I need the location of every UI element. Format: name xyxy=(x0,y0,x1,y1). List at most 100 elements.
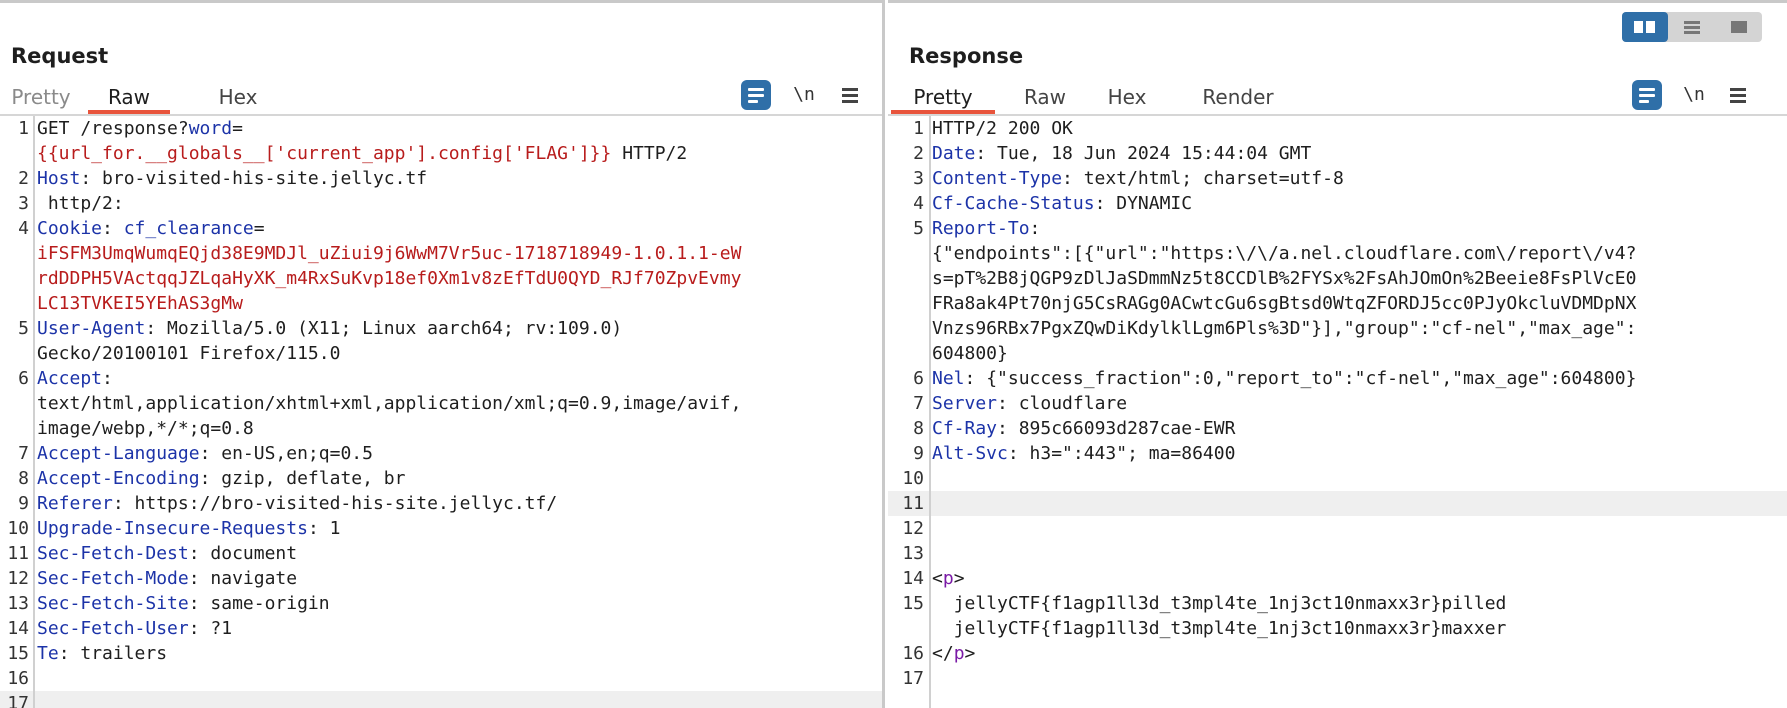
newline-toggle-icon[interactable]: \n xyxy=(1679,80,1709,110)
code-segment: : cloudflare xyxy=(997,393,1128,414)
line-number: 3 xyxy=(913,168,924,189)
code-segment: : trailers xyxy=(58,643,168,664)
tab-render[interactable]: Render xyxy=(1178,84,1298,114)
line-number: 14 xyxy=(7,618,29,639)
request-editor[interactable]: 1 GET /response?word= {{url_for.__globals_… xyxy=(0,116,882,708)
syntax-key: Cf-Ray xyxy=(932,418,998,439)
code-line: 15 Te: trailers xyxy=(0,641,882,666)
code-segment: > xyxy=(964,643,976,664)
code-segment: = xyxy=(253,218,265,239)
code-text: Vnzs96RBx7PgxZQwDiKdylklLgm6Pls%3D"}],"g… xyxy=(928,316,1787,341)
code-text: Accept-Encoding: gzip, deflate, br xyxy=(33,466,882,491)
syntax-key: Sec-Fetch-Dest xyxy=(37,543,189,564)
code-segment: : ?1 xyxy=(188,618,233,639)
code-segment: : same-origin xyxy=(188,593,330,614)
syntax-key: Sec-Fetch-User xyxy=(37,618,189,639)
syntax-key: Content-Type xyxy=(932,168,1063,189)
line-number xyxy=(888,616,928,641)
code-text: Accept-Language: en-US,en;q=0.5 xyxy=(33,441,882,466)
tab-pretty[interactable]: Pretty xyxy=(891,84,995,114)
code-line: 4 Cookie: cf_clearance= xyxy=(0,216,882,241)
code-text: Sec-Fetch-User: ?1 xyxy=(33,616,882,641)
syntax-key: Accept-Encoding xyxy=(37,468,200,489)
syntax-tag: p xyxy=(953,643,965,664)
line-number xyxy=(0,266,33,291)
tab-hex[interactable]: Hex xyxy=(200,84,276,114)
code-text: Cookie: cf_clearance= xyxy=(33,216,882,241)
code-segment: Vnzs96RBx7PgxZQwDiKdylklLgm6Pls%3D"}],"g… xyxy=(932,318,1637,339)
tab-pretty[interactable]: Pretty xyxy=(0,84,82,114)
code-text: Date: Tue, 18 Jun 2024 15:44:04 GMT xyxy=(928,141,1787,166)
code-line: FRa8ak4Pt70njG5CsRAGg0ACwtcGu6sgBtsd0Wtq… xyxy=(888,291,1787,316)
code-text: Cf-Ray: 895c66093d287cae-EWR xyxy=(928,416,1787,441)
syntax-key: User-Agent xyxy=(37,318,146,339)
stacked-layout-icon[interactable] xyxy=(1669,12,1715,42)
request-pane: Request Pretty Raw Hex \n 1 GET /response… xyxy=(0,0,885,708)
code-line: 3 Content-Type: text/html; charset=utf-8 xyxy=(888,166,1787,191)
line-number: 12 xyxy=(7,568,29,589)
format-icon[interactable] xyxy=(741,80,771,110)
code-line: {{url_for.__globals__['current_app'].con… xyxy=(0,141,882,166)
code-segment: FRa8ak4Pt70njG5CsRAGg0ACwtcGu6sgBtsd0Wtq… xyxy=(932,293,1637,314)
syntax-key: word xyxy=(188,118,233,139)
syntax-key: Report-To xyxy=(932,218,1030,239)
code-text: Report-To: xyxy=(928,216,1787,241)
code-line: 10 Upgrade-Insecure-Requests: 1 xyxy=(0,516,882,541)
line-number: 10 xyxy=(7,518,29,539)
syntax-value: {{url_for.__globals__['current_app'].con… xyxy=(37,143,612,164)
code-text: Te: trailers xyxy=(33,641,882,666)
code-segment: 604800} xyxy=(932,343,1008,364)
single-pane-layout-icon[interactable] xyxy=(1716,12,1762,42)
code-line: 3 http/2: xyxy=(0,191,882,216)
code-line: 5 User-Agent: Mozilla/5.0 (X11; Linux aar… xyxy=(0,316,882,341)
response-editor[interactable]: 1 HTTP/2 200 OK 2 Date: Tue, 18 Jun 2024 15… xyxy=(888,116,1787,708)
line-number xyxy=(0,416,33,441)
code-line: 16 xyxy=(0,666,882,691)
code-line: 1 GET /response?word= xyxy=(0,116,882,141)
syntax-value: LC13TVKEI5YEhAS3gMw xyxy=(37,293,243,314)
code-text: Content-Type: text/html; charset=utf-8 xyxy=(928,166,1787,191)
code-segment: : Mozilla/5.0 (X11; Linux aarch64; rv:10… xyxy=(145,318,623,339)
syntax-key: cf_clearance xyxy=(123,218,254,239)
code-segment: : https://bro-visited-his-site.jellyc.tf… xyxy=(112,493,558,514)
response-title: Response xyxy=(909,44,1024,68)
syntax-key: Cf-Cache-Status xyxy=(932,193,1095,214)
code-line: 12 xyxy=(888,516,1787,541)
code-segment: s=pT%2B8jQGP9zDlJaSDmmNz5t8CCDlB%2FYSx%2… xyxy=(932,268,1637,289)
code-line: 16 </p> xyxy=(888,641,1787,666)
code-segment: = xyxy=(232,118,243,139)
code-line: 9 Referer: https://bro-visited-his-site.j… xyxy=(0,491,882,516)
gutter-divider xyxy=(33,116,35,708)
code-segment: : h3=":443"; ma=86400 xyxy=(1007,443,1236,464)
syntax-key: Referer xyxy=(37,493,113,514)
format-icon[interactable] xyxy=(1632,80,1662,110)
tab-raw[interactable]: Raw xyxy=(1003,84,1087,114)
code-segment: jellyCTF{f1agp1ll3d_t3mpl4te_1nj3ct10nma… xyxy=(932,618,1507,639)
code-line: 6 Nel: {"success_fraction":0,"report_to":… xyxy=(888,366,1787,391)
syntax-key: Sec-Fetch-Mode xyxy=(37,568,189,589)
code-segment: : bro-visited-his-site.jellyc.tf xyxy=(80,168,428,189)
code-line: iFSFM3UmqWumqEQjd38E9MDJl_uZiui9j6WwM7Vr… xyxy=(0,241,882,266)
tab-raw[interactable]: Raw xyxy=(88,84,170,114)
code-text: Upgrade-Insecure-Requests: 1 xyxy=(33,516,882,541)
side-by-side-layout-icon[interactable] xyxy=(1622,12,1668,42)
line-number: 5 xyxy=(18,318,29,339)
code-segment: : navigate xyxy=(188,568,298,589)
line-number xyxy=(888,266,928,291)
line-number xyxy=(0,341,33,366)
hamburger-menu-icon[interactable] xyxy=(835,80,865,110)
line-number: 10 xyxy=(902,468,924,489)
code-line: 11 Sec-Fetch-Dest: document xyxy=(0,541,882,566)
syntax-tag: p xyxy=(942,568,954,589)
code-text: 604800} xyxy=(928,341,1787,366)
code-line: 13 xyxy=(888,541,1787,566)
tab-hex[interactable]: Hex xyxy=(1087,84,1167,114)
line-number: 5 xyxy=(913,218,924,239)
code-line: 4 Cf-Cache-Status: DYNAMIC xyxy=(888,191,1787,216)
hamburger-menu-icon[interactable] xyxy=(1723,80,1753,110)
newline-toggle-icon[interactable]: \n xyxy=(789,80,819,110)
